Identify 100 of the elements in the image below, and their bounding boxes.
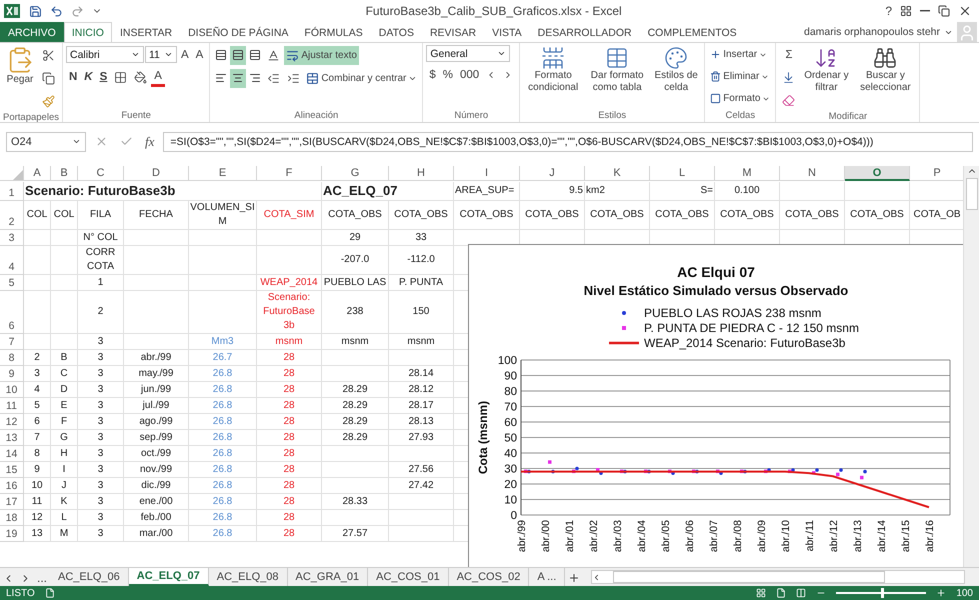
table-cell: 11 [24, 494, 51, 510]
axis-tick-label: abr./13 [852, 520, 864, 552]
table-cell: 0.100 [715, 182, 780, 201]
table-cell: 9.5 [520, 182, 585, 201]
table-cell: 29 [322, 230, 389, 246]
table-cell: 3 [78, 382, 124, 398]
table-cell: 28 [257, 366, 322, 382]
table-cell: 28.29 [322, 382, 389, 398]
legend-label: P. PUNTA DE PIEDRA C - 12 150 msnm [644, 321, 859, 335]
axis-tick-label: 20 [504, 479, 517, 491]
table-cell: G [51, 430, 78, 446]
zoom-level: 100 [956, 588, 973, 598]
axis-tick-label: abr./07 [708, 520, 720, 552]
table-cell: COTA_OBS [715, 201, 780, 230]
axis-tick-label: abr./99 [516, 520, 528, 552]
table-cell: 28.12 [389, 382, 454, 398]
table-cell: 28 [257, 446, 322, 462]
table-cell: 28.17 [389, 398, 454, 414]
table-cell: 26.7 [189, 350, 257, 366]
group-label: Número [454, 109, 488, 122]
table-cell: 3 [78, 462, 124, 478]
table-cell: ago./99 [124, 414, 189, 430]
group-label: Portapapeles [3, 111, 59, 124]
table-cell: -112.0 [389, 246, 454, 275]
table-cell: L [51, 510, 78, 526]
table-cell: 238 [322, 291, 389, 334]
chart-subtitle: Nivel Estático Simulado versus Observado [584, 283, 848, 298]
axis-tick-label: abr./09 [756, 520, 768, 552]
table-cell: 26.8 [189, 478, 257, 494]
axis-tick-label: abr./08 [732, 520, 744, 552]
table-cell: 13 [24, 526, 51, 542]
table-cell: dic./99 [124, 478, 189, 494]
chart-title: AC Elqui 07 [677, 264, 755, 280]
axis-tick-label: abr./06 [684, 520, 696, 552]
table-cell: B [51, 350, 78, 366]
table-cell: 26.8 [189, 414, 257, 430]
axis-title: Cota (msnm) [476, 400, 490, 474]
table-cell: 26.8 [189, 446, 257, 462]
table-cell: 2 [24, 350, 51, 366]
axis-tick-label: abr./05 [660, 520, 672, 552]
table-cell: 28 [257, 510, 322, 526]
table-cell: 3 [78, 510, 124, 526]
table-cell: WEAP_2014 [257, 275, 322, 291]
table-cell: 10 [24, 478, 51, 494]
table-cell: P. PUNTA [389, 275, 454, 291]
axis-tick-label: abr./02 [588, 520, 600, 552]
table-cell: 4 [24, 382, 51, 398]
table-cell: 28 [257, 526, 322, 542]
axis-tick-label: 60 [504, 417, 517, 429]
table-cell: 28 [257, 350, 322, 366]
table-cell: 27.57 [322, 526, 389, 542]
table-cell: VOLUMEN_SIM [189, 201, 257, 230]
table-cell: may./99 [124, 366, 189, 382]
table-cell: 8 [24, 446, 51, 462]
group-label: Estilos [598, 109, 626, 122]
table-cell: 3 [78, 414, 124, 430]
axis-tick-label: 50 [504, 432, 517, 444]
table-cell: I [51, 462, 78, 478]
legend-label: WEAP_2014 Scenario: FuturoBase3b [644, 336, 846, 350]
window-title: FuturoBase3b_Calib_SUB_Graficos.xlsx - Excel [364, 4, 623, 18]
table-cell: 26.8 [189, 366, 257, 382]
table-cell: 28.14 [389, 366, 454, 382]
table-cell: 2 [78, 291, 124, 334]
table-cell: 27.42 [389, 478, 454, 494]
table-cell: 26.8 [189, 382, 257, 398]
axis-tick-label: 90 [504, 370, 517, 382]
axis-tick-label: abr./16 [924, 520, 936, 552]
table-cell: 26.8 [189, 398, 257, 414]
table-cell: 26.8 [189, 526, 257, 542]
table-cell: AC_ELQ_07 [322, 182, 454, 201]
table-cell: 28 [257, 430, 322, 446]
table-cell: M [51, 526, 78, 542]
table-cell: 7 [24, 430, 51, 446]
axis-tick-label: abr./10 [780, 520, 792, 552]
group-label: Fuente [121, 109, 151, 122]
table-cell: 3 [78, 430, 124, 446]
table-cell: feb./00 [124, 510, 189, 526]
table-cell: FILA [78, 201, 124, 230]
group-label: Alineación [294, 109, 338, 122]
table-cell: jul./99 [124, 398, 189, 414]
table-cell: COTA_OBS [845, 201, 910, 230]
table-cell: COL [51, 201, 78, 230]
table-cell: 28 [257, 478, 322, 494]
table-cell: 28 [257, 494, 322, 510]
table-cell: 3 [78, 478, 124, 494]
table-cell: COTA_OBS [585, 201, 650, 230]
status-text: LISTO [6, 588, 35, 598]
table-cell: 3 [24, 366, 51, 382]
table-cell: K [51, 494, 78, 510]
table-cell: COTA_OBS [322, 201, 389, 230]
table-cell: E [51, 398, 78, 414]
table-cell: PUEBLO LAS [322, 275, 389, 291]
table-cell: 5 [24, 398, 51, 414]
table-cell: AREA_SUP= [454, 182, 520, 201]
axis-tick-label: 10 [504, 494, 517, 506]
table-cell: 12 [24, 510, 51, 526]
table-cell: msnm [322, 334, 389, 350]
table-cell: 3 [78, 398, 124, 414]
table-cell: COTA_OBS [454, 201, 520, 230]
table-cell: 28 [257, 398, 322, 414]
